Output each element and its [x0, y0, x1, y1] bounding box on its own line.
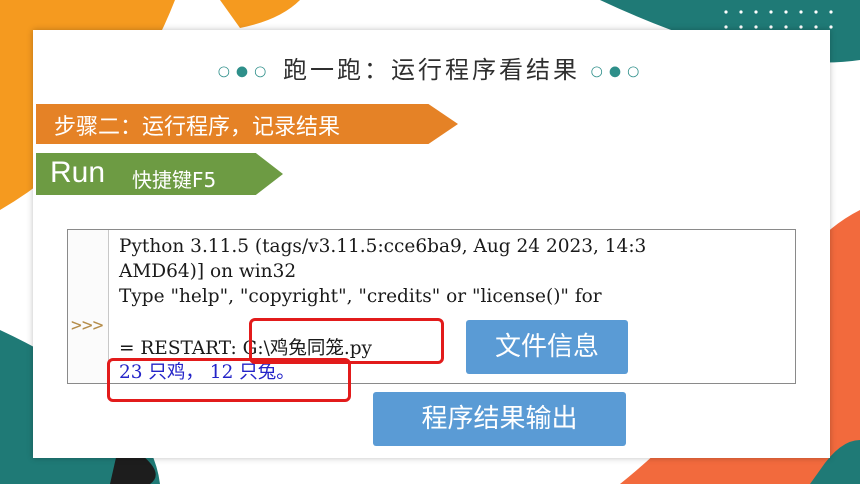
run-label: Run	[50, 156, 106, 189]
output-highlight	[107, 358, 351, 402]
title-text: 跑一跑：运行程序看结果	[283, 56, 580, 84]
step-banner-text: 步骤二：运行程序，记录结果	[54, 115, 341, 140]
shell-prompt: >>>	[71, 315, 104, 336]
title-dots-right: ○●○	[590, 63, 646, 80]
step-banner: 步骤二：运行程序，记录结果	[36, 104, 458, 144]
title-dots-left: ○●○	[217, 63, 273, 80]
shell-line-help: Type "help", "copyright", "credits" or "…	[119, 286, 602, 307]
shell-gutter: >>>	[68, 230, 109, 383]
page-title: ○●○ 跑一跑：运行程序看结果 ○●○	[33, 50, 830, 85]
shell-line-platform: AMD64)] on win32	[119, 261, 297, 282]
run-banner: Run 快捷键F5	[36, 153, 283, 195]
shortcut-label: 快捷键F5	[132, 168, 217, 192]
output-label: 程序结果输出	[373, 392, 626, 446]
orange-shape-top	[220, 0, 300, 28]
shell-line-version: Python 3.11.5 (tags/v3.11.5:cce6ba9, Aug…	[119, 236, 647, 257]
file-info-label: 文件信息	[466, 320, 628, 374]
